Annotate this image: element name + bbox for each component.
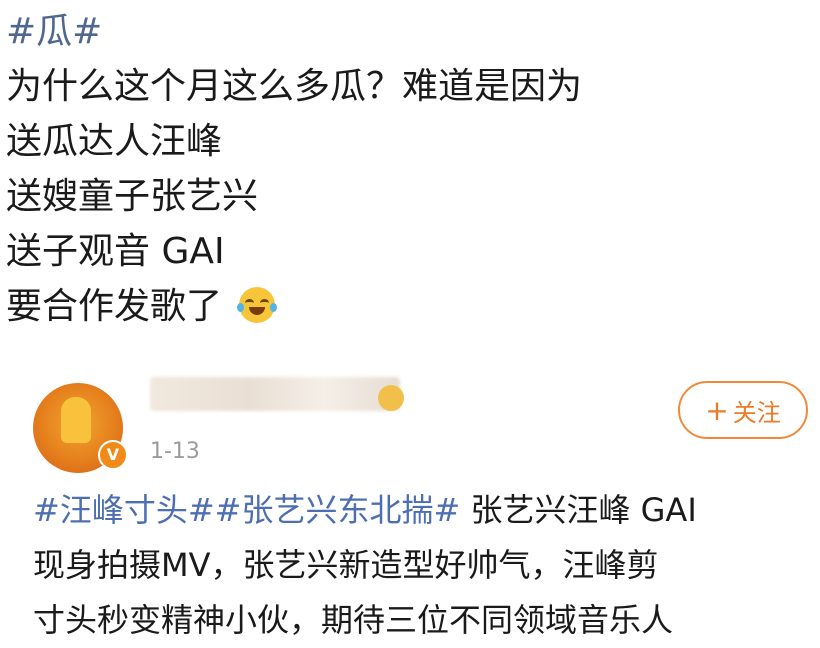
post-date: 1-13 — [150, 439, 200, 464]
post-body: #瓜# 为什么这个月这么多瓜？难道是因为 送瓜达人汪峰 送嫂童子张艺兴 送子观音… — [6, 4, 582, 334]
post-line-3: 送嫂童子张艺兴 — [6, 176, 259, 217]
emoji-tear-left — [237, 303, 245, 312]
post-line-1: 为什么这个月这么多瓜？难道是因为 — [6, 66, 583, 107]
content-line-1-text: 张艺兴汪峰 GAI — [460, 491, 697, 529]
content-line-2: 现身拍摄MV，张艺兴新造型好帅气，汪峰剪 — [33, 546, 659, 584]
hashtag-link-1[interactable]: #汪峰寸头# — [33, 491, 215, 529]
post-line-5: 要合作发歌了 — [6, 279, 582, 334]
laughing-crying-emoji-icon — [237, 287, 278, 323]
verified-badge-icon: V — [98, 440, 128, 470]
hashtag-link-2[interactable]: #张艺兴东北揣# — [215, 491, 461, 529]
username[interactable]: ████████ — [150, 377, 400, 411]
post-line-4: 送子观音 GAI — [6, 231, 225, 272]
user-medal-icon — [378, 385, 404, 411]
avatar-figure — [61, 397, 91, 443]
follow-button[interactable]: + 关注 — [678, 381, 808, 439]
post-line-5-text: 要合作发歌了 — [6, 286, 223, 327]
emoji-mouth — [249, 307, 266, 315]
follow-label: 关注 — [732, 398, 781, 427]
post-hashtag[interactable]: #瓜# — [6, 4, 582, 59]
post-line-2: 送瓜达人汪峰 — [6, 121, 223, 162]
content-line-1: #汪峰寸头##张艺兴东北揣# 张艺兴汪峰 GAI — [33, 483, 813, 538]
content-line-3: 寸头秒变精神小伙，期待三位不同领域音乐人 — [33, 601, 674, 639]
plus-icon: + — [705, 393, 729, 427]
card-content: #汪峰寸头##张艺兴东北揣# 张艺兴汪峰 GAI 现身拍摄MV，张艺兴新造型好帅… — [33, 483, 813, 648]
emoji-tear-right — [270, 303, 278, 312]
